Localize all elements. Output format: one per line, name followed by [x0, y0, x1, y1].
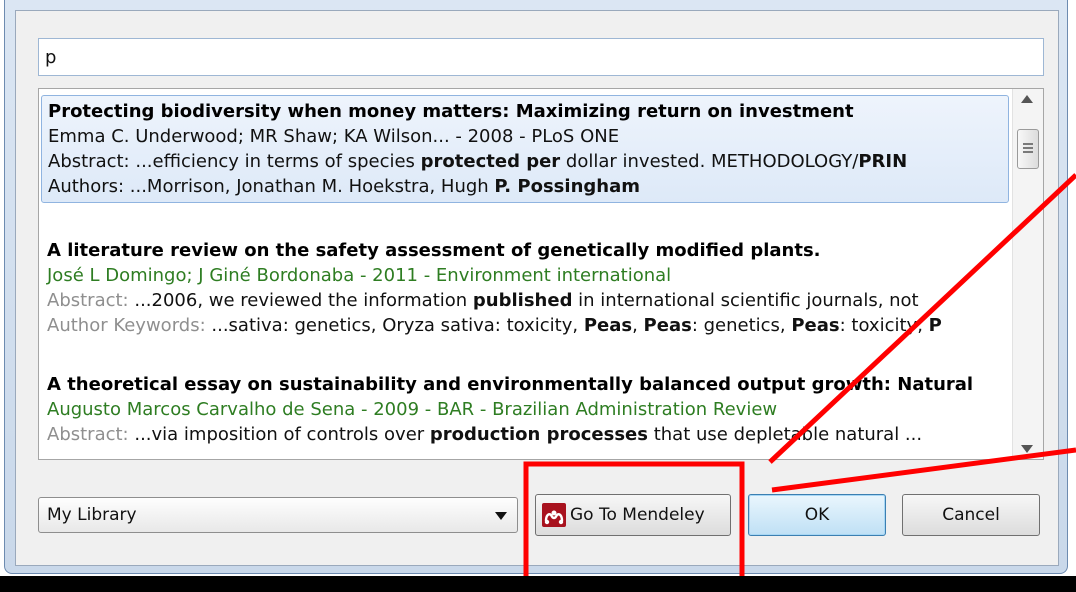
annotation-arrow-line — [771, 447, 1076, 493]
annotation-box — [523, 461, 745, 592]
screen-bottom-bar — [0, 576, 1076, 592]
annotation-arrow-line — [768, 173, 1076, 464]
annotation-overlay — [523, 173, 1076, 592]
